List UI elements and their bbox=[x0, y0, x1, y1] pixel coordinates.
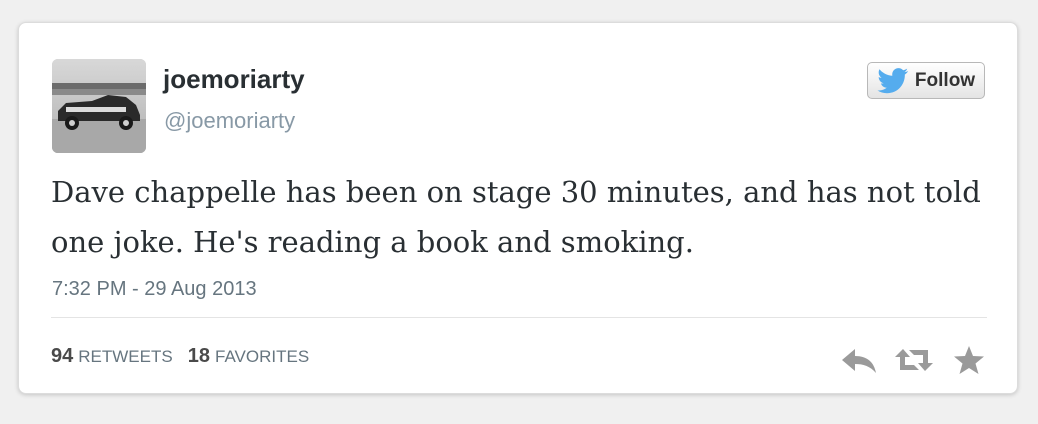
retweets-stat[interactable]: 94 RETWEETS bbox=[51, 345, 178, 367]
vintage-car-photo-icon bbox=[52, 59, 146, 153]
retweets-label: RETWEETS bbox=[78, 347, 173, 366]
tweet-actions bbox=[839, 343, 989, 377]
favorites-label: FAVORITES bbox=[215, 347, 310, 366]
follow-button[interactable]: Follow bbox=[867, 62, 985, 99]
star-icon bbox=[954, 346, 984, 374]
tweet-card: joemoriarty @joemoriarty Follow Dave cha… bbox=[18, 22, 1018, 394]
favorites-count: 18 bbox=[187, 345, 210, 367]
user-handle[interactable]: @joemoriarty bbox=[164, 107, 295, 135]
tweet-text: Dave chappelle has been on stage 30 minu… bbox=[51, 175, 981, 259]
avatar[interactable] bbox=[52, 59, 146, 153]
display-name[interactable]: joemoriarty bbox=[163, 63, 305, 95]
retweet-icon bbox=[895, 349, 933, 371]
reply-icon bbox=[842, 349, 876, 373]
favorites-stat[interactable]: 18 FAVORITES bbox=[187, 345, 310, 367]
twitter-bird-icon bbox=[877, 67, 909, 93]
tweet-timestamp[interactable]: 7:32 PM - 29 Aug 2013 bbox=[52, 278, 257, 301]
retweet-button[interactable] bbox=[893, 343, 935, 377]
favorite-button[interactable] bbox=[951, 343, 987, 377]
tweet-stats: 94 RETWEETS 18 FAVORITES bbox=[51, 345, 309, 368]
divider bbox=[51, 317, 987, 318]
retweets-count: 94 bbox=[51, 345, 74, 367]
reply-button[interactable] bbox=[839, 343, 879, 377]
follow-label: Follow bbox=[914, 69, 976, 91]
